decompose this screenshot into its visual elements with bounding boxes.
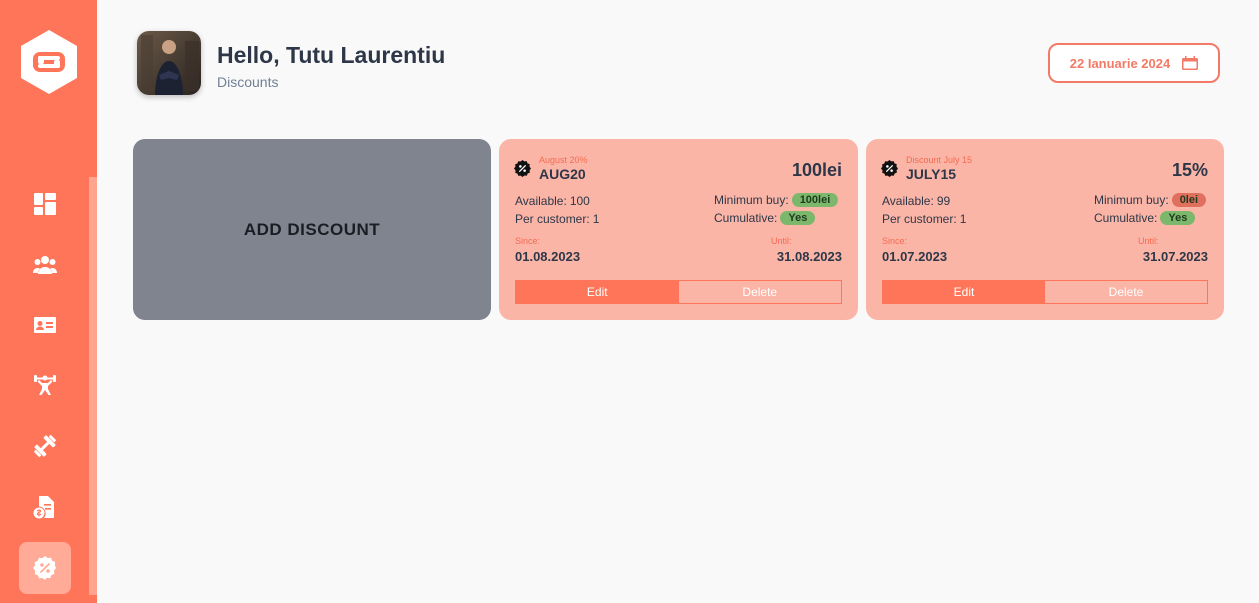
discount-value: 15% bbox=[1171, 160, 1208, 180]
available-row: Available: 100 bbox=[515, 194, 590, 208]
card-actions: Edit Delete bbox=[882, 280, 1208, 304]
until-date: 31.07.2023 bbox=[1142, 249, 1208, 264]
until-label: Until: bbox=[771, 236, 792, 246]
min-buy-row: Minimum buy: 0lei bbox=[1094, 193, 1207, 207]
cumulative-row: Cumulative: Yes bbox=[714, 211, 816, 225]
available-row: Available: 99 bbox=[882, 194, 950, 208]
discount-card: Discount July 15 JULY15 15% Available: 9… bbox=[866, 139, 1224, 320]
cumulative-label: Cumulative: bbox=[1094, 211, 1158, 225]
sidebar-item-reports[interactable] bbox=[19, 481, 71, 533]
logo-icon[interactable] bbox=[21, 30, 77, 94]
percent-badge-icon bbox=[881, 160, 898, 177]
sidebar-item-dashboard[interactable] bbox=[19, 178, 71, 230]
min-buy-label: Minimum buy: bbox=[714, 193, 789, 207]
cumulative-badge: Yes bbox=[780, 211, 816, 225]
per-customer-row: Per customer: 1 bbox=[882, 212, 966, 226]
sidebar-item-users[interactable] bbox=[19, 239, 71, 291]
sidebar-item-members[interactable] bbox=[19, 299, 71, 351]
discount-card: August 20% AUG20 100lei Available: 100 P… bbox=[499, 139, 858, 320]
cumulative-badge: Yes bbox=[1160, 211, 1196, 225]
min-buy-badge: 100lei bbox=[791, 193, 839, 207]
since-date: 01.08.2023 bbox=[515, 249, 581, 264]
since-label: Since: bbox=[882, 236, 908, 246]
until-date: 31.08.2023 bbox=[776, 249, 842, 264]
dumbbell-icon bbox=[34, 435, 56, 457]
discount-name: Discount July 15 bbox=[906, 155, 973, 165]
calendar-icon bbox=[1182, 56, 1199, 70]
per-customer-row: Per customer: 1 bbox=[515, 212, 599, 226]
min-buy-label: Minimum buy: bbox=[1094, 193, 1169, 207]
discount-code: JULY15 bbox=[906, 166, 957, 182]
page-greeting: Hello, Tutu Laurentiu bbox=[217, 42, 446, 68]
available-value: 100 bbox=[569, 194, 590, 208]
add-discount-card[interactable]: ADD DISCOUNT bbox=[133, 139, 491, 320]
discount-code: AUG20 bbox=[539, 166, 586, 182]
available-value: 99 bbox=[936, 194, 951, 208]
sidebar-item-equipment[interactable] bbox=[19, 420, 71, 472]
page-subtitle: Discounts bbox=[217, 74, 279, 90]
card-actions: Edit Delete bbox=[515, 280, 842, 304]
discount-value: 100lei bbox=[791, 160, 842, 180]
min-buy-badge: 0lei bbox=[1171, 193, 1207, 207]
until-label: Until: bbox=[1138, 236, 1159, 246]
available-label: Available: bbox=[882, 194, 934, 208]
per-customer-value: 1 bbox=[959, 212, 967, 226]
user-photo bbox=[137, 31, 201, 95]
users-icon bbox=[33, 256, 57, 274]
cumulative-row: Cumulative: Yes bbox=[1094, 211, 1196, 225]
min-buy-row: Minimum buy: 100lei bbox=[714, 193, 839, 207]
sidebar-scrollbar[interactable] bbox=[89, 177, 97, 595]
per-customer-value: 1 bbox=[592, 212, 600, 226]
id-card-icon bbox=[34, 317, 56, 333]
per-customer-label: Per customer: bbox=[882, 212, 957, 226]
date-picker-button[interactable]: 22 Ianuarie 2024 bbox=[1048, 43, 1220, 83]
discount-name: August 20% bbox=[539, 155, 588, 165]
delete-button[interactable]: Delete bbox=[678, 281, 841, 303]
since-label: Since: bbox=[515, 236, 541, 246]
add-discount-label: ADD DISCOUNT bbox=[243, 219, 381, 239]
since-date: 01.07.2023 bbox=[882, 249, 948, 264]
file-dollar-icon bbox=[33, 496, 54, 519]
date-label: 22 Ianuarie 2024 bbox=[1069, 55, 1171, 71]
edit-button[interactable]: Edit bbox=[516, 281, 679, 303]
delete-button[interactable]: Delete bbox=[1045, 281, 1207, 303]
per-customer-label: Per customer: bbox=[515, 212, 590, 226]
available-label: Available: bbox=[515, 194, 567, 208]
percent-badge-icon bbox=[514, 160, 531, 177]
weightlifter-icon bbox=[34, 375, 56, 395]
edit-button[interactable]: Edit bbox=[883, 281, 1045, 303]
dashboard-icon bbox=[34, 193, 56, 215]
sidebar bbox=[0, 0, 97, 603]
cumulative-label: Cumulative: bbox=[714, 211, 778, 225]
sidebar-item-discounts[interactable] bbox=[19, 542, 71, 594]
avatar[interactable] bbox=[137, 31, 201, 95]
sidebar-item-trainers[interactable] bbox=[19, 359, 71, 411]
percent-badge-icon bbox=[33, 556, 56, 580]
